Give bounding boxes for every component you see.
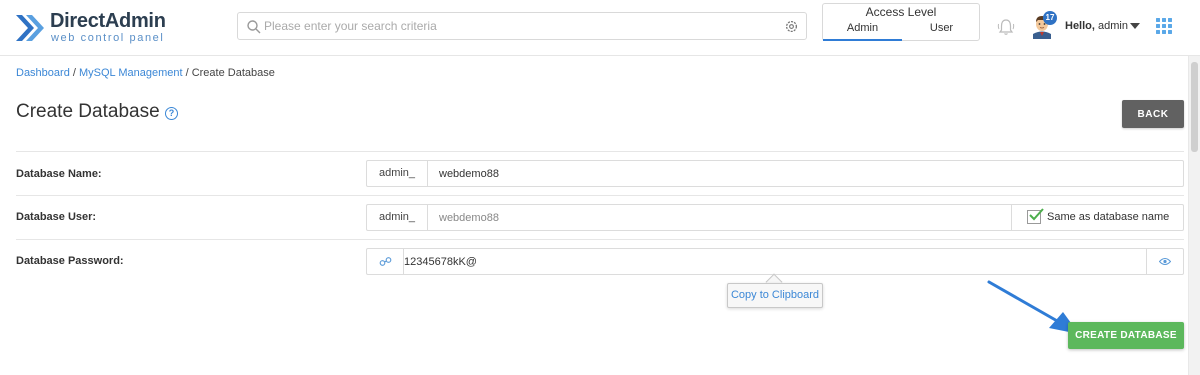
directadmin-logo-icon [16, 15, 44, 41]
db-user-prefix: admin_ [367, 205, 428, 230]
db-name-prefix: admin_ [367, 161, 428, 186]
top-header: DirectAdmin web control panel Access Lev… [0, 0, 1200, 56]
eye-icon [1159, 258, 1171, 265]
chevron-down-icon[interactable] [1130, 23, 1140, 29]
form-divider [16, 151, 1184, 152]
same-as-db-name-label: Same as database name [1047, 211, 1170, 223]
form-divider [16, 195, 1184, 196]
scrollbar-thumb[interactable] [1191, 62, 1198, 152]
user-greeting[interactable]: Hello, admin [1065, 20, 1128, 32]
page-title: Create Database [16, 101, 160, 122]
generate-password-button[interactable] [367, 249, 404, 274]
greeting-text: Hello, [1065, 20, 1095, 32]
db-user-input[interactable] [439, 205, 999, 230]
brand-title: DirectAdmin [50, 10, 166, 32]
breadcrumb-current: Create Database [191, 67, 275, 79]
search-input[interactable] [264, 13, 784, 39]
db-password-label: Database Password: [16, 255, 124, 267]
brand-subtitle: web control panel [51, 32, 165, 44]
brand-logo[interactable]: DirectAdmin web control panel [14, 10, 174, 50]
gear-icon[interactable] [784, 19, 799, 34]
key-icon [379, 257, 392, 266]
notification-badge: 17 [1043, 11, 1057, 25]
create-database-button[interactable]: CREATE DATABASE [1068, 322, 1184, 349]
breadcrumb-separator: / [182, 67, 192, 79]
access-level-user-tab[interactable]: User [902, 19, 981, 41]
breadcrumb-mysql-link[interactable]: MySQL Management [79, 67, 183, 79]
db-password-input[interactable] [404, 249, 1104, 274]
breadcrumb: Dashboard / MySQL Management / Create Da… [16, 67, 275, 79]
page-scrollbar[interactable] [1188, 56, 1200, 375]
back-button[interactable]: BACK [1122, 100, 1184, 128]
checkmark-icon [1029, 208, 1044, 221]
search-icon [247, 20, 261, 34]
breadcrumb-separator: / [69, 67, 79, 79]
username-text: admin [1098, 20, 1128, 32]
form-divider [16, 239, 1184, 240]
grid-icon[interactable] [1156, 18, 1172, 34]
access-level-title: Access Level [865, 5, 937, 19]
copy-to-clipboard-tooltip[interactable]: Copy to Clipboard [727, 283, 823, 308]
bell-icon[interactable] [996, 17, 1016, 37]
access-level-admin-tab[interactable]: Admin [823, 19, 902, 41]
db-name-input[interactable] [439, 161, 1169, 186]
search-bar [237, 12, 807, 40]
db-user-label: Database User: [16, 211, 97, 223]
breadcrumb-dashboard-link[interactable]: Dashboard [16, 67, 70, 79]
question-circle-icon[interactable]: ? [165, 107, 178, 120]
access-level-switch: Access Level Admin User [822, 3, 980, 41]
db-user-group: admin_ Same as database name [366, 204, 1184, 231]
db-name-group: admin_ [366, 160, 1184, 187]
db-password-group [366, 248, 1184, 275]
toggle-password-visibility[interactable] [1146, 249, 1183, 274]
db-name-label: Database Name: [16, 168, 102, 180]
same-as-db-name-option[interactable]: Same as database name [1011, 205, 1183, 230]
